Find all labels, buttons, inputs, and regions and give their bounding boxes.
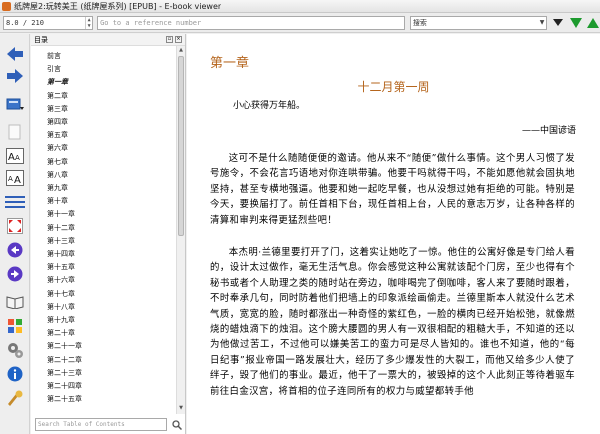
fullscreen-button[interactable]	[4, 216, 26, 236]
toc-item[interactable]: 第二章	[47, 91, 68, 101]
epigraph-source: ——中国谚语	[521, 126, 576, 136]
back-arrow-icon	[7, 47, 23, 61]
toc-item[interactable]: 第十五章	[47, 262, 75, 272]
search-dropdown-button[interactable]	[551, 16, 565, 30]
previous-page-button[interactable]	[4, 240, 26, 260]
section-title: 十二月第一周	[357, 80, 430, 94]
toc-item[interactable]: 第七章	[47, 157, 68, 167]
previous-page-icon	[7, 242, 23, 258]
library-button[interactable]	[4, 292, 26, 312]
toc-item[interactable]: 引言	[47, 64, 61, 74]
reading-pane[interactable]: 第一章 十二月第一周 小心获得万年船。 ——中国谚语 这可不是什么随随便便的邀请…	[187, 34, 600, 434]
toc-item[interactable]: 第三章	[47, 104, 68, 114]
toc-item[interactable]: 第五章	[47, 130, 68, 140]
chapter-title: 第一章	[210, 56, 250, 71]
scroll-down-arrow-icon[interactable]: ▼	[178, 405, 184, 413]
next-page-icon	[7, 266, 23, 282]
epigraph: 小心获得万年船。	[233, 101, 306, 111]
toc-item[interactable]: 第十六章	[47, 275, 75, 285]
copy-icon	[8, 124, 21, 140]
toc-item[interactable]: 第二十章	[47, 328, 75, 338]
toc-search-button[interactable]	[171, 418, 183, 431]
toc-item[interactable]: 前言	[47, 51, 61, 61]
position-input[interactable]: 8.0 / 210 ▲ ▼	[3, 15, 94, 30]
font-larger-icon: AA	[6, 148, 24, 164]
info-button[interactable]	[4, 364, 26, 384]
chevron-down-icon[interactable]: ▼	[540, 19, 545, 26]
toc-item[interactable]: 第十三章	[47, 236, 75, 246]
font-larger-button[interactable]: AA	[4, 146, 26, 166]
open-book-icon	[6, 98, 24, 110]
toc-item[interactable]: 第二十二章	[47, 355, 82, 365]
position-spinner[interactable]: ▲ ▼	[85, 16, 92, 29]
toc-item[interactable]: 第十一章	[47, 209, 75, 219]
toc-float-button[interactable]: ▫	[166, 36, 173, 43]
settings-icon	[8, 343, 23, 358]
forward-arrow-icon	[7, 69, 23, 83]
toc-item[interactable]: 第十章	[47, 196, 68, 206]
toc-header: 目录 ▫ ×	[31, 34, 185, 46]
svg-text:A: A	[8, 175, 13, 183]
toc-item[interactable]: 第二十一章	[47, 341, 82, 351]
toc-item[interactable]: 第十四章	[47, 249, 75, 259]
toc-item[interactable]: 第二十四章	[47, 381, 82, 391]
toc-scroll-thumb[interactable]	[178, 56, 184, 236]
svg-text:A: A	[15, 154, 20, 162]
info-icon	[7, 366, 23, 382]
app-icon	[2, 1, 11, 11]
title-bar: 纸牌屋2:玩转美王 (纸牌屋系列) [EPUB] - E-book viewer	[0, 0, 600, 13]
toc-item[interactable]: 第八章	[47, 170, 68, 180]
toc-item[interactable]: 第六章	[47, 143, 68, 153]
toc-toggle-button[interactable]	[4, 192, 26, 212]
search-next-button[interactable]	[569, 16, 583, 30]
toc-title: 目录	[34, 35, 48, 44]
tools-icon	[8, 390, 23, 406]
toc-search-input[interactable]: Search Table of Contents	[35, 418, 167, 431]
toc-item[interactable]: 第十九章	[47, 315, 75, 325]
svg-text:A: A	[8, 152, 15, 163]
paragraph-1: 这可不是什么随随便便的邀请。他从来不“随便”做什么事情。这个男人习惯了发号施令，…	[210, 153, 575, 226]
settings-button[interactable]	[4, 340, 26, 360]
toc-close-button[interactable]: ×	[175, 36, 182, 43]
green-up-arrow-icon	[587, 17, 600, 28]
toc-item[interactable]: 第十七章	[47, 289, 75, 299]
open-ebook-button[interactable]	[4, 94, 26, 114]
font-smaller-icon: AA	[6, 170, 24, 186]
reference-input[interactable]: Go to a reference number	[97, 15, 405, 30]
toc-item[interactable]: 第十八章	[47, 302, 75, 312]
toc-item[interactable]: 第四章	[47, 117, 68, 127]
preferences-button[interactable]	[4, 316, 26, 336]
toc-item[interactable]: 第二十五章	[47, 394, 82, 404]
toc-item[interactable]: 第九章	[47, 183, 68, 193]
forward-button[interactable]	[4, 66, 26, 86]
toc-list-icon	[5, 196, 25, 208]
left-toolbar: AA AA	[0, 34, 30, 434]
toc-list: 前言引言第一章第二章第三章第四章第五章第六章第七章第八章第九章第十章第十一章第十…	[31, 46, 177, 414]
toc-panel: 目录 ▫ × 前言引言第一章第二章第三章第四章第五章第六章第七章第八章第九章第十…	[31, 34, 186, 434]
search-previous-button[interactable]	[586, 16, 600, 30]
next-page-button[interactable]	[4, 264, 26, 284]
font-smaller-button[interactable]: AA	[4, 168, 26, 188]
toc-item[interactable]: 第一章	[47, 77, 68, 87]
preferences-icon	[8, 319, 22, 333]
window-title: 纸牌屋2:玩转美王 (纸牌屋系列) [EPUB] - E-book viewer	[14, 1, 222, 11]
top-toolbar: 8.0 / 210 ▲ ▼ Go to a reference number 搜索…	[0, 13, 600, 33]
copy-button[interactable]	[4, 122, 26, 142]
toc-scrollbar[interactable]: ▲ ▼	[176, 46, 185, 414]
toc-item[interactable]: 第十二章	[47, 223, 75, 233]
back-button[interactable]	[4, 44, 26, 64]
toc-item[interactable]: 第二十三章	[47, 368, 82, 378]
search-input[interactable]: 搜索 ▼	[409, 15, 548, 30]
position-value: 8.0 / 210	[6, 18, 44, 27]
search-value: 搜索	[412, 18, 427, 27]
paragraph-2: 本杰明·兰德里要打开了门，这着实让她吃了一惊。他住的公寓好像是专门给人看的，设计…	[210, 247, 575, 397]
scroll-up-arrow-icon[interactable]: ▲	[178, 47, 184, 55]
search-icon	[172, 419, 182, 430]
library-icon	[6, 296, 24, 309]
svg-text:A: A	[14, 175, 21, 186]
fullscreen-icon	[7, 218, 23, 234]
tools-button[interactable]	[4, 388, 26, 408]
green-down-arrow-icon	[569, 17, 582, 28]
triangle-down-icon	[553, 18, 564, 26]
